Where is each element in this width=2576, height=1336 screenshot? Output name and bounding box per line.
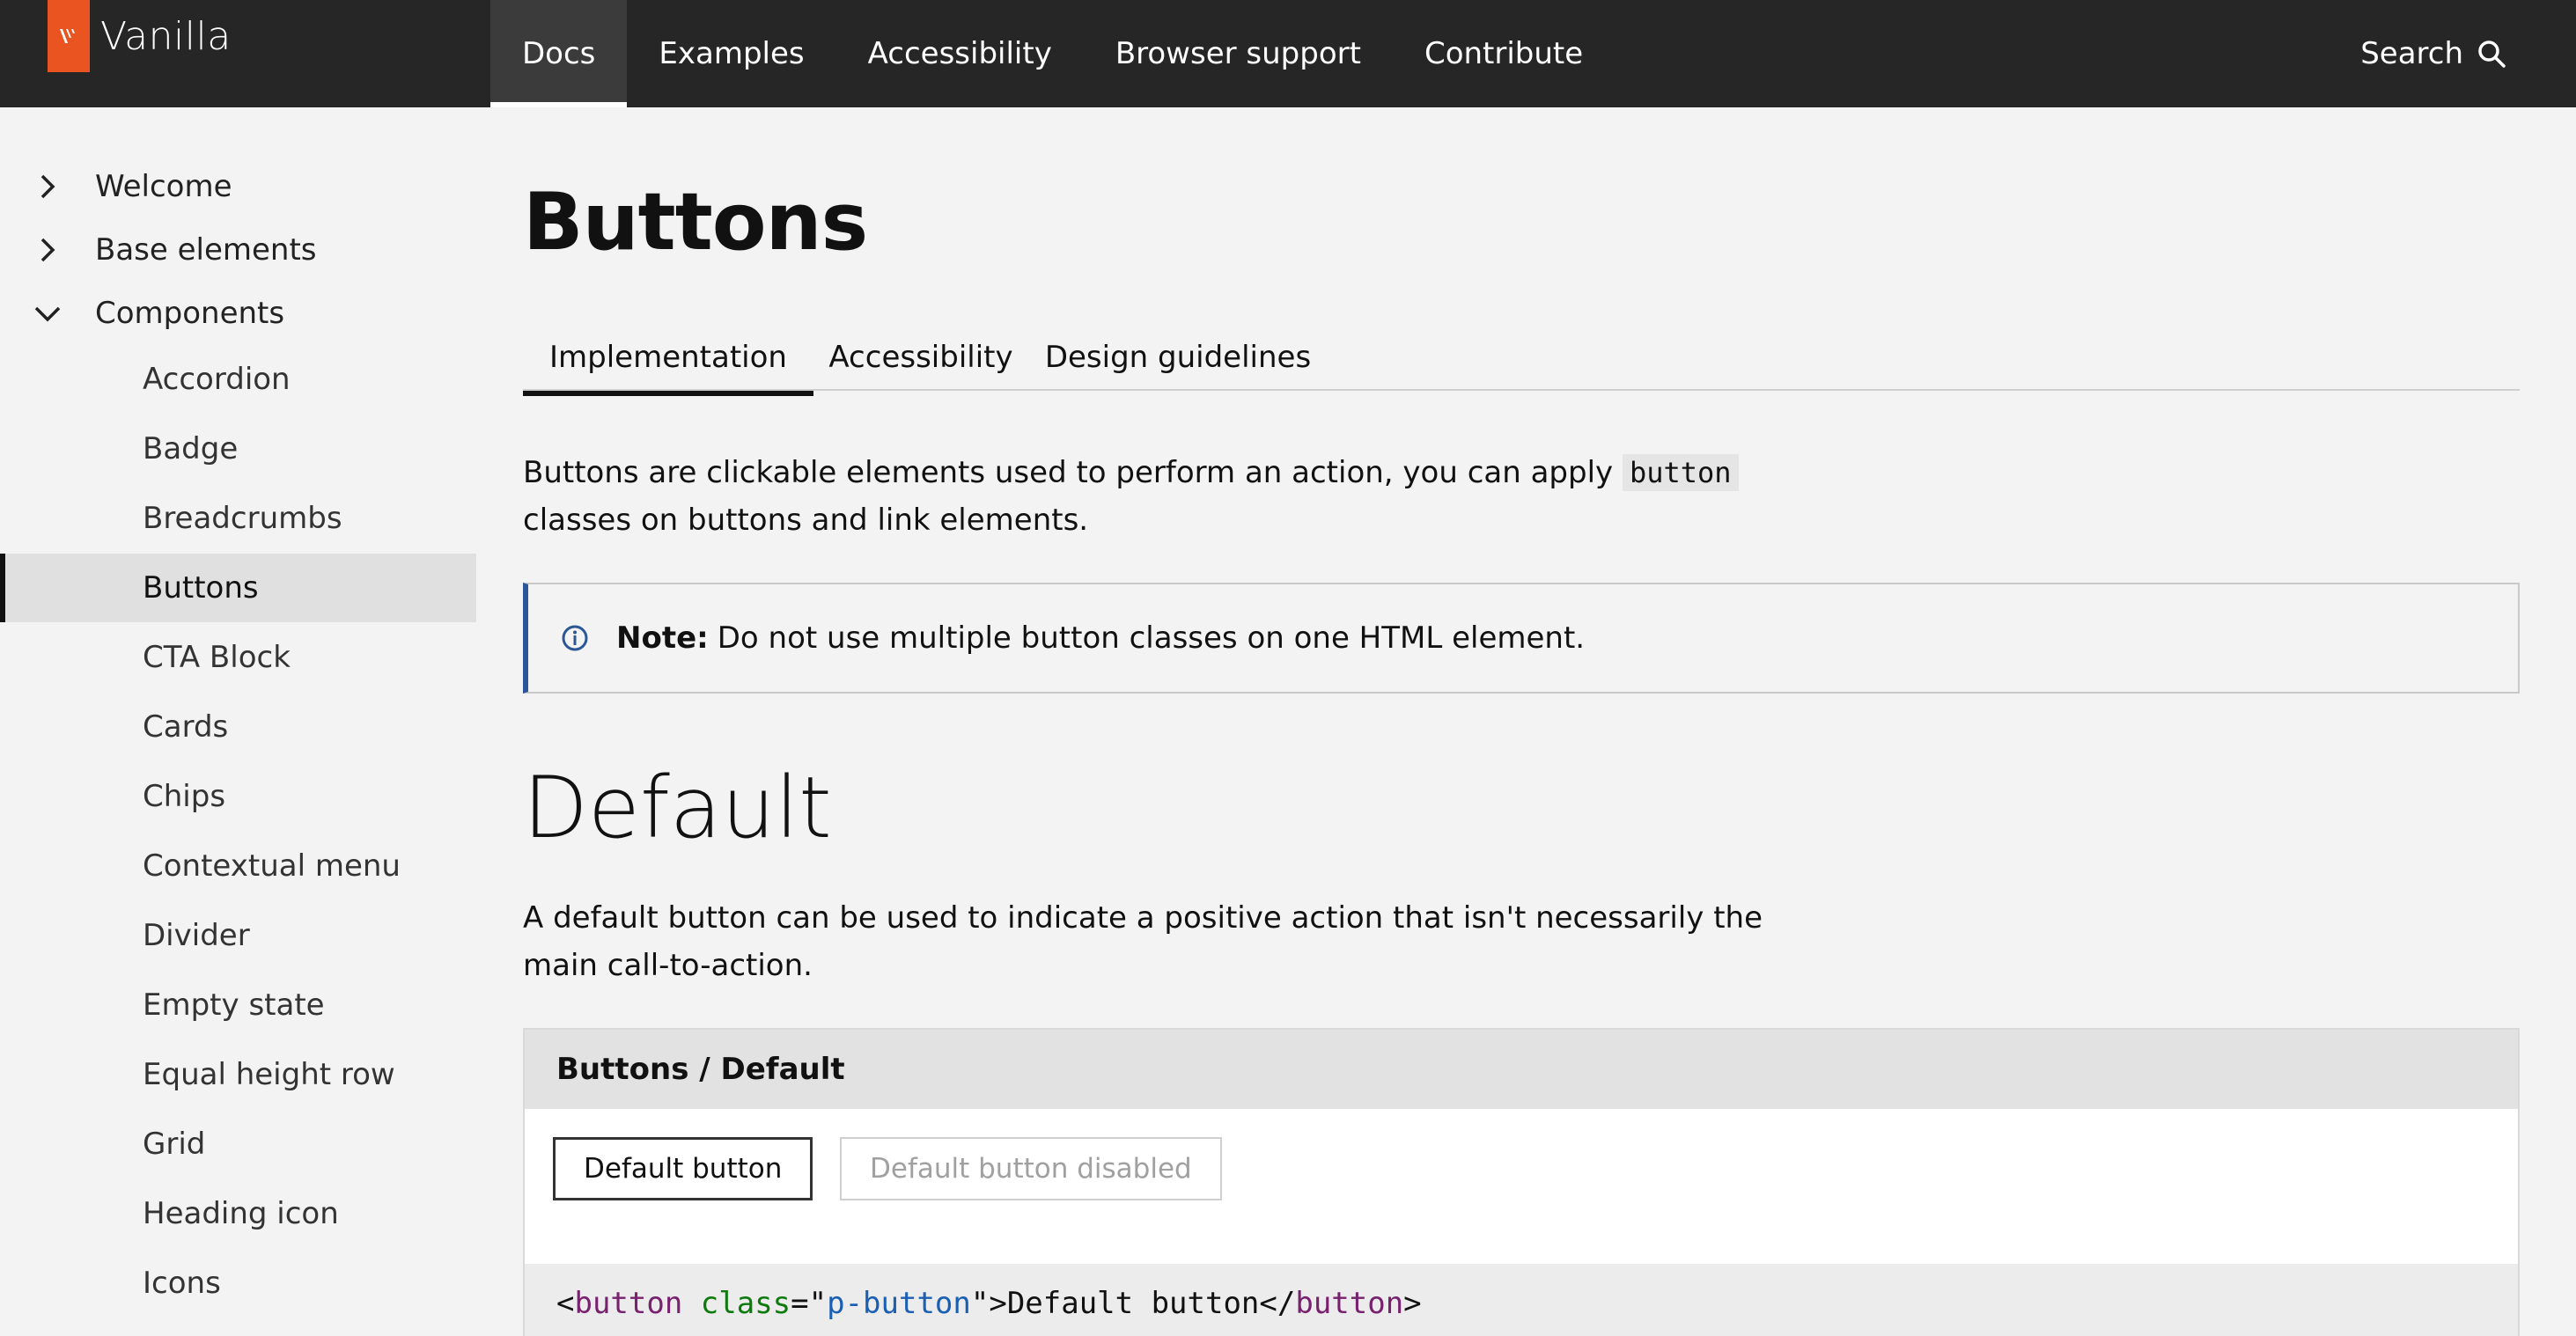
- code-token: ">Default button</: [970, 1286, 1296, 1321]
- sidebar-item-welcome[interactable]: Welcome: [0, 155, 476, 218]
- tab-implementation[interactable]: Implementation: [523, 322, 813, 396]
- note-notification: Note: Do not use multiple button classes…: [523, 583, 2520, 694]
- chevron-right-icon[interactable]: [23, 162, 72, 211]
- sidebar-item-icons[interactable]: Icons: [0, 1249, 476, 1318]
- sidebar-item-contextual-menu[interactable]: Contextual menu: [0, 832, 476, 900]
- intro-text: Buttons are clickable elements used to p…: [523, 455, 1623, 490]
- sidebar-item-cta-block[interactable]: CTA Block: [0, 623, 476, 692]
- sidebar-item-label: Components: [95, 296, 285, 331]
- example-title: Buttons / Default: [525, 1030, 2518, 1109]
- default-button[interactable]: Default button: [553, 1137, 813, 1200]
- sidebar-item-divider[interactable]: Divider: [0, 901, 476, 970]
- sidebar-item-components[interactable]: Components: [0, 282, 476, 345]
- page-title: Buttons: [523, 176, 868, 268]
- intro-text: classes on buttons and link elements.: [523, 503, 1089, 538]
- code-tag: button: [574, 1286, 683, 1321]
- sidebar-item-label: Welcome: [95, 169, 232, 204]
- code-tag: button: [1295, 1286, 1404, 1321]
- brand-name: Vanilla: [100, 13, 232, 59]
- vanilla-logo-icon: [48, 0, 90, 72]
- main-nav: Docs Examples Accessibility Browser supp…: [490, 0, 1615, 107]
- nav-item-browser-support[interactable]: Browser support: [1084, 0, 1393, 107]
- intro-paragraph: Buttons are clickable elements used to p…: [523, 449, 1808, 544]
- sidebar-item-chips[interactable]: Chips: [0, 762, 476, 831]
- code-token: >: [1403, 1286, 1422, 1321]
- code-value: p-button: [827, 1286, 971, 1321]
- sidebar-item-grid[interactable]: Grid: [0, 1110, 476, 1178]
- sidebar-item-accordion[interactable]: Accordion: [0, 345, 476, 414]
- chevron-down-icon[interactable]: [23, 289, 72, 338]
- sidebar-item-cards[interactable]: Cards: [0, 693, 476, 761]
- tab-design-guidelines[interactable]: Design guidelines: [1028, 322, 1328, 393]
- info-icon: [562, 625, 588, 651]
- note-text: Do not use multiple button classes on on…: [717, 620, 1586, 656]
- sidebar-item-empty-state[interactable]: Empty state: [0, 971, 476, 1039]
- code-token: <: [556, 1286, 575, 1321]
- nav-item-docs[interactable]: Docs: [490, 0, 628, 107]
- tab-accessibility[interactable]: Accessibility: [813, 322, 1028, 393]
- sidebar-item-breadcrumbs[interactable]: Breadcrumbs: [0, 484, 476, 553]
- section-paragraph: A default button can be used to indicate…: [523, 900, 1763, 983]
- tabs-divider: [523, 389, 2520, 391]
- note-label: Note:: [616, 620, 709, 656]
- nav-item-contribute[interactable]: Contribute: [1393, 0, 1615, 107]
- brand-logo[interactable]: Vanilla: [48, 0, 232, 72]
- search-icon: [2478, 40, 2506, 68]
- sidebar-item-heading-icon[interactable]: Heading icon: [0, 1179, 476, 1248]
- search-label: Search: [2360, 36, 2463, 71]
- sidebar-item-equal-height-row[interactable]: Equal height row: [0, 1040, 476, 1109]
- sidebar-item-buttons[interactable]: Buttons: [0, 554, 476, 622]
- search-button[interactable]: Search: [2360, 0, 2507, 107]
- code-token: =": [791, 1286, 828, 1321]
- nav-item-accessibility[interactable]: Accessibility: [836, 0, 1084, 107]
- chevron-right-icon[interactable]: [23, 225, 72, 275]
- example-block: Buttons / Default Default button Default…: [523, 1028, 2520, 1336]
- sidebar-item-base-elements[interactable]: Base elements: [0, 218, 476, 282]
- nav-item-examples[interactable]: Examples: [627, 0, 835, 107]
- top-navigation: Vanilla Docs Examples Accessibility Brow…: [0, 0, 2576, 107]
- inline-code: button: [1622, 454, 1739, 491]
- code-attr: class: [700, 1286, 791, 1321]
- section-title: Default: [523, 759, 832, 857]
- sidebar-item-badge[interactable]: Badge: [0, 415, 476, 483]
- sidebar-item-label: Base elements: [95, 232, 317, 268]
- example-preview: Default button Default button disabled: [525, 1109, 2518, 1266]
- default-button-disabled: Default button disabled: [840, 1137, 1222, 1200]
- sidebar: Welcome Base elements Components Accordi…: [0, 107, 476, 1336]
- example-code: < button class =" p-button ">Default button<…: [525, 1264, 2518, 1336]
